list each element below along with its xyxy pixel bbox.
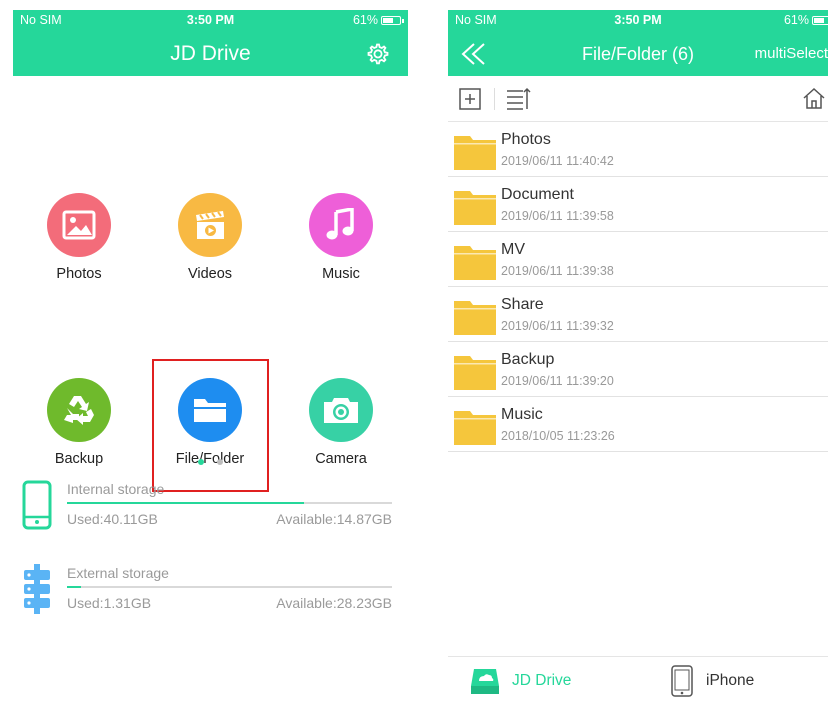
storage-used: Used:40.11GB (67, 511, 158, 527)
file-name: Document (501, 186, 574, 203)
folder-icon (454, 356, 496, 390)
file-name: MV (501, 241, 525, 258)
file-toolbar (448, 76, 828, 122)
music-tile[interactable]: Music (281, 193, 401, 282)
file-date: 2019/06/11 11:39:38 (501, 264, 614, 278)
list-item[interactable]: Backup 2019/06/11 11:39:20 (448, 342, 828, 397)
external-drive-icon (24, 564, 50, 614)
sort-icon[interactable] (505, 87, 531, 111)
music-icon (309, 193, 373, 257)
list-item[interactable]: Photos 2019/06/11 11:40:42 (448, 122, 828, 177)
multiselect-button[interactable]: multiSelect (755, 45, 828, 62)
file-date: 2019/06/11 11:39:32 (501, 319, 614, 333)
storage-available: Available:14.87GB (276, 511, 392, 527)
list-item[interactable]: Share 2019/06/11 11:39:32 (448, 287, 828, 342)
camera-icon (309, 378, 373, 442)
file-name: Backup (501, 351, 555, 368)
folder-icon (454, 411, 496, 445)
file-name: Photos (501, 131, 551, 148)
storage-title: Internal storage (67, 481, 165, 497)
tab-iphone[interactable]: iPhone (670, 657, 754, 704)
jd-drive-home-screen: No SIM 3:50 PM 61% JD Drive Photos Video… (13, 10, 408, 704)
storage-progress (67, 502, 392, 504)
page-dot-active (198, 459, 205, 465)
storage-available: Available:28.23GB (276, 595, 392, 611)
battery-indicator: 61% (784, 13, 828, 27)
photo-icon (47, 193, 111, 257)
phone-storage-icon (22, 480, 52, 530)
list-item[interactable]: MV 2019/06/11 11:39:38 (448, 232, 828, 287)
storage-progress-fill (67, 586, 82, 588)
toolbar-divider (494, 88, 495, 110)
storage-progress-fill (67, 502, 305, 504)
file-date: 2018/10/05 11:23:26 (501, 429, 615, 443)
clock-text: 3:50 PM (614, 13, 662, 27)
app-header: No SIM 3:50 PM 61% JD Drive (13, 10, 408, 76)
gear-icon[interactable] (364, 41, 390, 67)
home-icon[interactable] (802, 86, 826, 110)
file-folder-screen: No SIM 3:50 PM 61% File/Folder (6) multi… (448, 10, 828, 704)
list-item[interactable]: Music 2018/10/05 11:23:26 (448, 397, 828, 452)
folder-icon (454, 301, 496, 335)
bottom-tab-bar: JD Drive iPhone (448, 656, 828, 704)
internal-storage: Internal storage Used:40.11GB Available:… (13, 480, 408, 540)
folder-icon (454, 136, 496, 170)
tile-label: Photos (56, 266, 102, 282)
status-bar: No SIM 3:50 PM 61% (448, 10, 828, 30)
file-date: 2019/06/11 11:39:20 (501, 374, 614, 388)
tab-label: iPhone (706, 671, 755, 689)
video-icon (178, 193, 242, 257)
tile-label: Music (322, 266, 360, 282)
battery-percent: 61% (352, 13, 378, 27)
tab-label: JD Drive (512, 671, 572, 689)
file-date: 2019/06/11 11:39:58 (501, 209, 614, 223)
storage-progress (67, 586, 392, 588)
battery-icon (812, 15, 828, 25)
selection-highlight (152, 359, 269, 492)
folder-icon (454, 191, 496, 225)
status-bar: No SIM 3:50 PM 61% (13, 10, 408, 30)
photos-tile[interactable]: Photos (19, 193, 139, 282)
file-date: 2019/06/11 11:40:42 (501, 154, 614, 168)
external-storage: External storage Used:1.31GB Available:2… (13, 564, 408, 624)
iphone-icon (671, 664, 693, 697)
file-name: Share (501, 296, 544, 313)
folder-icon (454, 246, 496, 280)
new-folder-icon[interactable] (458, 87, 482, 111)
tile-label: Videos (187, 266, 233, 282)
file-name: Music (501, 406, 543, 423)
list-item[interactable]: Document 2019/06/11 11:39:58 (448, 177, 828, 232)
recycle-icon (47, 378, 111, 442)
page-dot (216, 459, 223, 465)
battery-icon (381, 15, 404, 25)
drive-icon (471, 668, 499, 694)
file-list: Photos 2019/06/11 11:40:42 Document 2019… (448, 122, 828, 452)
tab-jd-drive[interactable]: JD Drive (470, 657, 571, 704)
app-header: No SIM 3:50 PM 61% File/Folder (6) multi… (448, 10, 828, 76)
storage-title: External storage (67, 565, 169, 581)
battery-percent: 61% (783, 13, 809, 27)
clock-text: 3:50 PM (186, 13, 235, 27)
page-title: JD Drive (170, 42, 251, 65)
storage-used: Used:1.31GB (67, 595, 152, 611)
page-indicator[interactable] (13, 452, 408, 470)
battery-indicator: 61% (352, 13, 404, 27)
videos-tile[interactable]: Videos (150, 193, 270, 282)
